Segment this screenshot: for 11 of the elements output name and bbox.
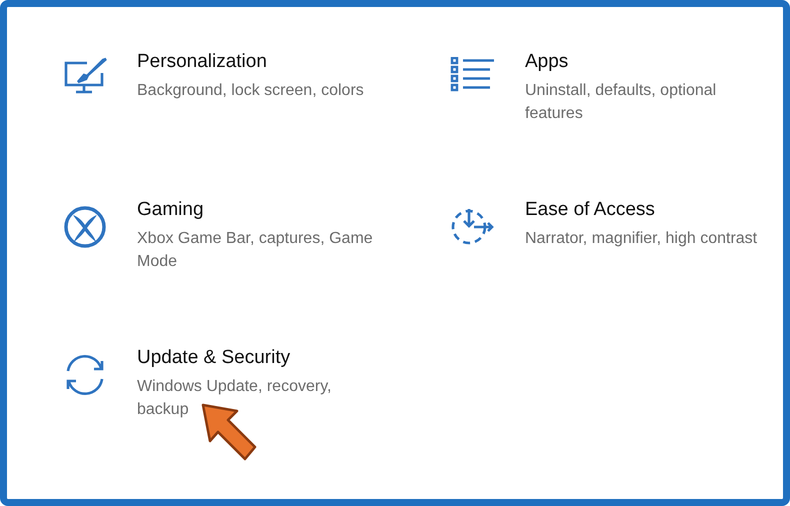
tile-description: Background, lock screen, colors xyxy=(137,81,365,101)
tile-title[interactable]: Ease of Access xyxy=(525,199,775,221)
tile-title[interactable]: Personalization xyxy=(137,51,387,73)
tile-description: Narrator, magnifier, high contrast xyxy=(525,229,758,249)
xbox-logo-icon xyxy=(63,205,107,249)
tile-title[interactable]: Update & Security xyxy=(137,347,387,369)
tile-title[interactable]: Gaming xyxy=(137,199,387,221)
tile-title[interactable]: Apps xyxy=(525,51,775,73)
tile-description: Windows Update, recovery, backup xyxy=(137,377,332,420)
tile-description: Uninstall, defaults, optional features xyxy=(525,81,718,124)
tile-description: Xbox Game Bar, captures, Game Mode xyxy=(137,229,374,272)
